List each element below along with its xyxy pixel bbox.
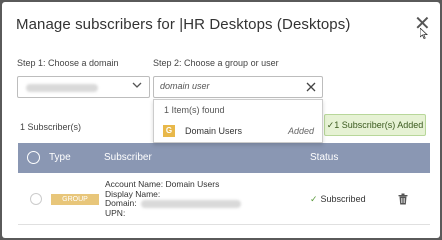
step2-label: Step 2: Choose a group or user (153, 58, 279, 68)
table-header: Type Subscriber Status (18, 143, 430, 173)
redacted-domain-value (26, 84, 98, 92)
group-user-search-field[interactable] (153, 76, 323, 98)
added-badge-text: 1 Subscriber(s) Added (334, 120, 424, 130)
step1-label: Step 1: Choose a domain (17, 58, 119, 68)
type-badge: GROUP (51, 194, 99, 205)
row-select-radio[interactable] (30, 193, 42, 205)
account-name-value: Domain Users (165, 179, 220, 189)
result-state: Added (287, 126, 314, 136)
chevron-down-icon (132, 80, 142, 93)
results-count: 1 Item(s) found (164, 105, 225, 115)
subscribers-added-badge: ✓1 Subscriber(s) Added (324, 114, 426, 136)
manage-subscribers-dialog: Manage subscribers for |HR Desktops (Des… (2, 2, 440, 238)
search-input[interactable] (160, 81, 290, 91)
column-subscriber: Subscriber (104, 152, 152, 163)
status-text: Subscribed (320, 194, 366, 204)
subscriber-count: 1 Subscriber(s) (20, 122, 82, 132)
status-cell: ✓ Subscribed (310, 194, 366, 205)
group-icon: G (163, 125, 175, 137)
dialog-title: Manage subscribers for |HR Desktops (Des… (16, 16, 351, 33)
search-results-dropdown: 1 Item(s) found G Domain Users Added (153, 99, 323, 143)
trash-icon[interactable] (398, 192, 408, 205)
result-item[interactable]: G Domain Users Added (154, 122, 322, 142)
upn-label: UPN: (105, 207, 126, 218)
column-status: Status (310, 152, 339, 163)
redacted-domain (141, 200, 241, 208)
column-type: Type (49, 152, 71, 163)
domain-label: Domain: (105, 198, 137, 208)
check-icon: ✓ (310, 194, 318, 204)
domain-select[interactable] (17, 76, 150, 98)
select-all-radio[interactable] (27, 151, 40, 164)
table-row: GROUP Account Name: Domain Users Display… (18, 173, 430, 225)
account-name-label: Account Name: (105, 179, 164, 189)
mouse-cursor-icon (419, 27, 429, 42)
subscriber-info: Account Name: Domain Users Display Name:… (105, 179, 241, 218)
result-name: Domain Users (185, 126, 243, 136)
clear-icon[interactable] (306, 79, 316, 95)
